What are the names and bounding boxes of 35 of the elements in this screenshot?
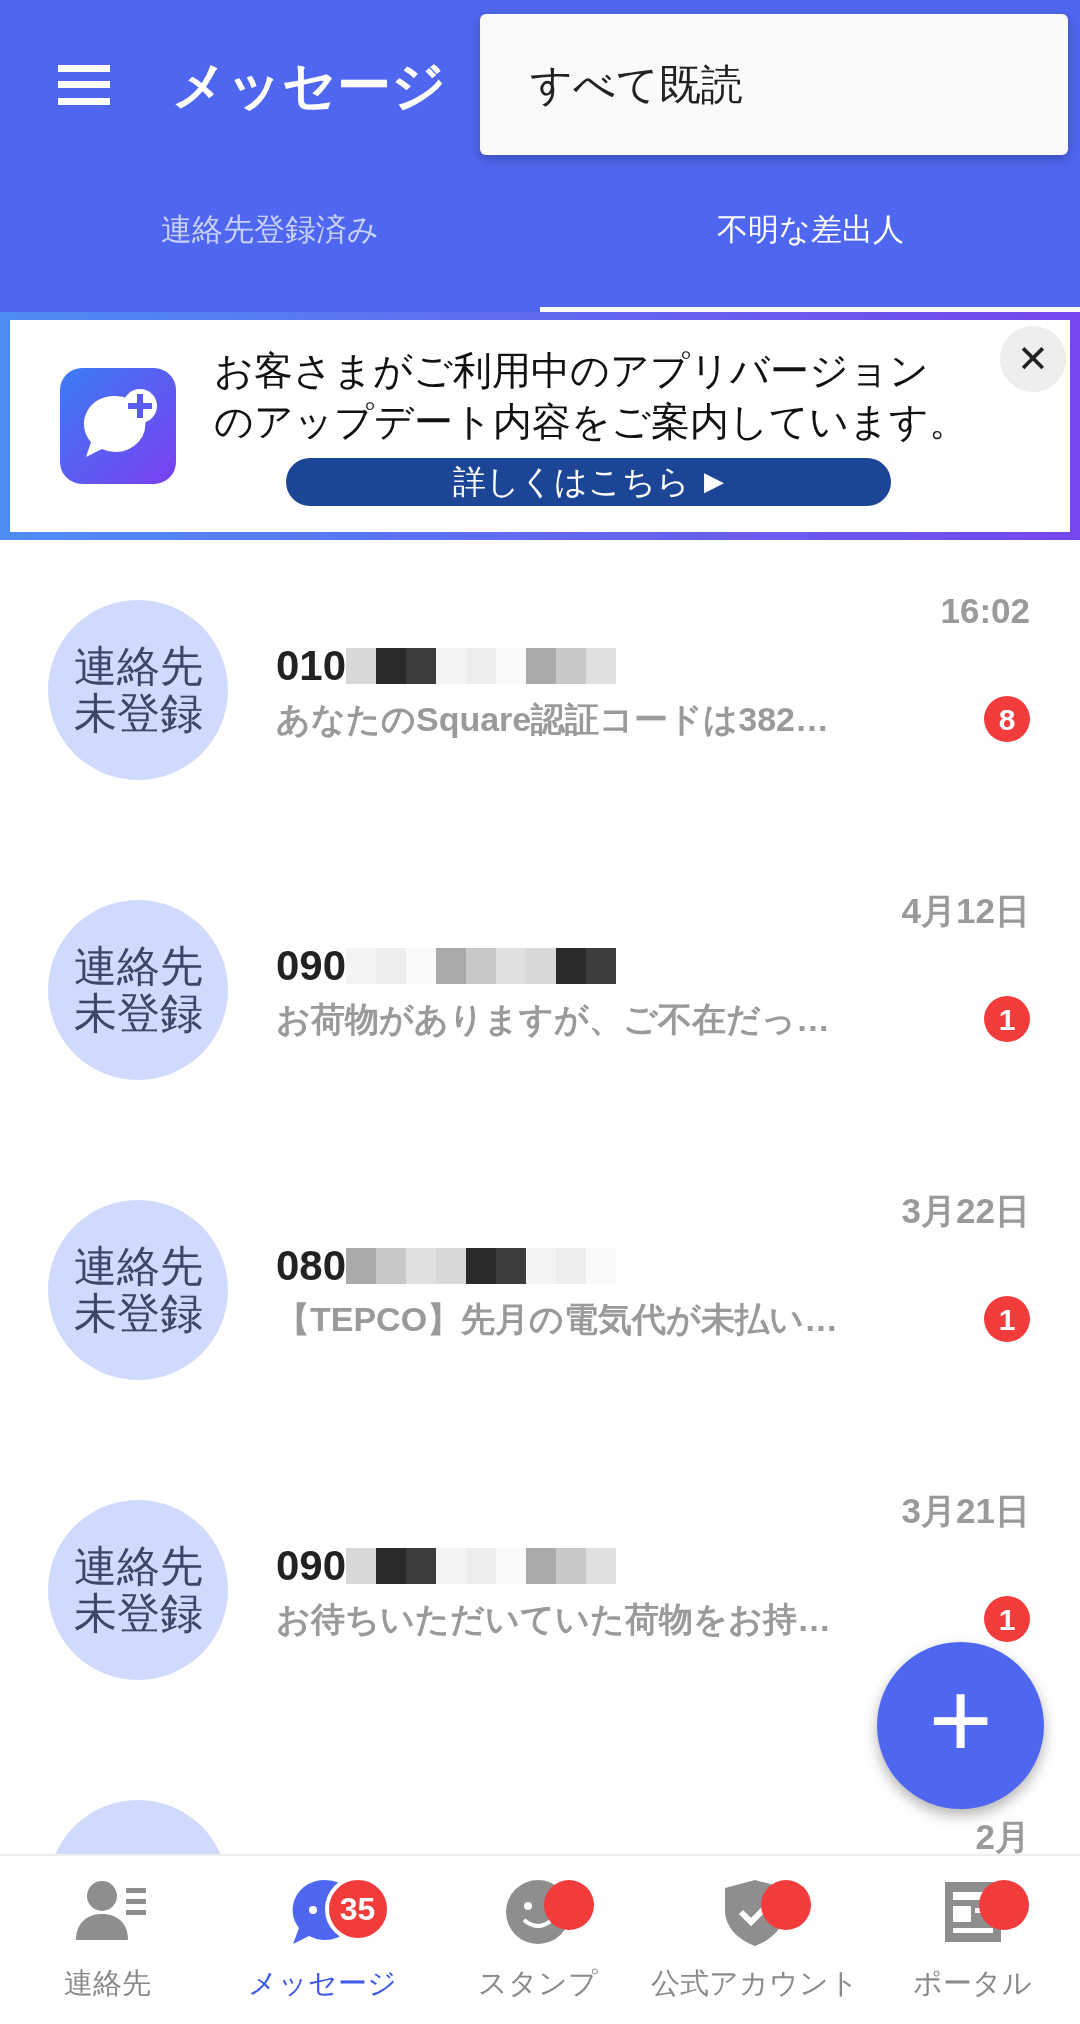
unread-count: 1 — [984, 1596, 1030, 1643]
menu-icon[interactable] — [58, 65, 110, 105]
nav-tab[interactable]: 連絡先 — [0, 1856, 215, 2024]
screen-title: メッセージ — [172, 53, 446, 117]
sender-number: 080 — [276, 1241, 347, 1292]
message-time: 2月 — [975, 1815, 1030, 1854]
nav-tab[interactable]: ポータル — [865, 1856, 1080, 2024]
message-preview: お荷物がありますが、ご不在だっ… — [276, 998, 830, 1040]
message-time: 4月12日 — [901, 890, 1030, 933]
sender-number: 090 — [276, 941, 347, 992]
unread-count: 1 — [984, 1296, 1030, 1343]
nav-tab[interactable]: 公式アカウント — [645, 1856, 865, 2024]
nav-tab[interactable]: スタンプ — [430, 1856, 645, 2024]
menu-item[interactable]: すべて既読 — [530, 53, 743, 116]
unread-count: 1 — [984, 996, 1030, 1043]
message-preview: お待ちいただいていた荷物をお持… — [276, 1598, 831, 1640]
avatar-label: 連絡先 未登録 — [48, 900, 228, 1080]
banner-text: お客さまがご利用中のアプリバージョン のアップデート内容をご案内しています。 — [214, 348, 968, 445]
avatar-label: 連絡先 未登録 — [48, 600, 228, 780]
sender-number: 090 — [276, 1541, 347, 1592]
nav-tab[interactable]: メッセージ 35 — [215, 1856, 430, 2024]
avatar-label: 連絡先 未登録 — [48, 1200, 228, 1380]
message-time: 16:02 — [940, 590, 1030, 633]
add-button[interactable]: + — [877, 1642, 1044, 1809]
avatar-label: 連絡先 未登録 — [48, 1500, 228, 1680]
message-preview: あなたのSquare認証コードは382… — [276, 698, 829, 740]
chat-plus-icon — [60, 368, 176, 484]
unread-count: 8 — [984, 696, 1030, 743]
message-time: 3月22日 — [901, 1190, 1030, 1233]
tab[interactable]: 連絡先登録済み — [0, 170, 540, 312]
details-button[interactable]: 詳しくはこちら ▶ — [286, 457, 891, 506]
sender-number: 010 — [276, 641, 347, 692]
message-preview: 【TEPCO】先月の電気代が未払い… — [276, 1298, 839, 1340]
message-time: 3月21日 — [901, 1490, 1030, 1533]
close-button[interactable]: ✕ — [1000, 326, 1066, 392]
